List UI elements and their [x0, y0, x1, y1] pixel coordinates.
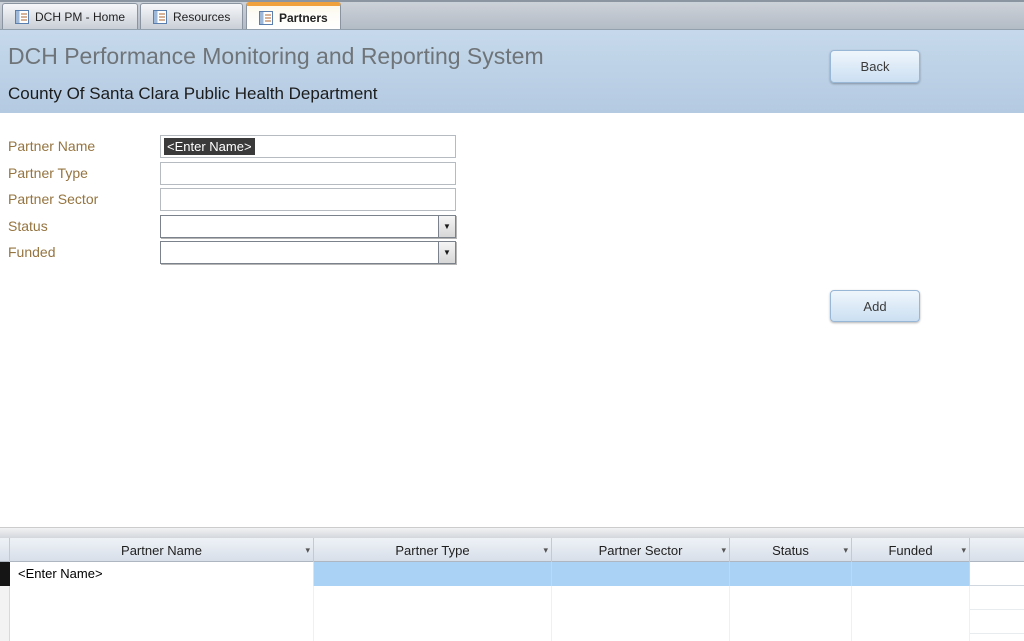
cell-empty [552, 610, 730, 634]
form-row-status: Status ▼ [0, 214, 1024, 238]
row-selector-header[interactable] [0, 538, 10, 562]
funded-dropdown-button[interactable]: ▼ [438, 241, 456, 264]
app-window: DCH PM - Home Resources Partners DCH Per… [0, 0, 1024, 641]
add-button[interactable]: Add [830, 290, 920, 322]
cell-empty [730, 610, 852, 634]
header-filler [970, 538, 1024, 562]
column-label: Partner Sector [599, 543, 683, 558]
column-header-partner-sector[interactable]: Partner Sector ▾ [552, 538, 730, 562]
cell-empty [10, 610, 314, 634]
form-icon [15, 10, 29, 24]
form-row-funded: Funded ▼ [0, 240, 1024, 264]
cell-empty [730, 634, 852, 641]
tab-label: Resources [173, 10, 230, 24]
column-header-partner-type[interactable]: Partner Type ▾ [314, 538, 552, 562]
selected-text: <Enter Name> [164, 138, 255, 155]
cell-empty [852, 634, 970, 641]
tab-resources[interactable]: Resources [140, 3, 243, 29]
status-combobox[interactable]: ▼ [160, 215, 456, 238]
tab-label: DCH PM - Home [35, 10, 125, 24]
cell-partner-name[interactable]: <Enter Name> [10, 562, 314, 586]
row-selector[interactable] [0, 634, 10, 641]
cell-empty [314, 586, 552, 610]
funded-value[interactable] [160, 241, 438, 264]
table-row: <Enter Name> [0, 562, 1024, 586]
cell-empty [730, 586, 852, 610]
current-row-indicator[interactable] [0, 562, 10, 586]
partner-type-label: Partner Type [8, 161, 156, 185]
funded-label: Funded [8, 240, 156, 264]
column-dropdown-icon[interactable]: ▾ [961, 545, 966, 555]
cell-empty [10, 586, 314, 610]
cell-partner-sector[interactable] [552, 562, 730, 586]
row-selector[interactable] [0, 586, 10, 610]
cell-empty [10, 634, 314, 641]
page-title: DCH Performance Monitoring and Reporting… [8, 43, 544, 70]
form-row-partner-type: Partner Type [0, 161, 1024, 185]
column-header-status[interactable]: Status ▾ [730, 538, 852, 562]
datasheet: Partner Name ▾ Partner Type ▾ Partner Se… [0, 538, 1024, 641]
table-row-empty[interactable] [0, 610, 1024, 634]
form-icon [153, 10, 167, 24]
cell-empty [552, 586, 730, 610]
tab-label: Partners [279, 11, 328, 25]
column-dropdown-icon[interactable]: ▾ [843, 545, 848, 555]
cell-empty [852, 586, 970, 610]
column-dropdown-icon[interactable]: ▾ [305, 545, 310, 555]
cell-funded[interactable] [852, 562, 970, 586]
column-label: Status [772, 543, 809, 558]
column-label: Partner Type [395, 543, 469, 558]
chevron-down-icon: ▼ [443, 222, 451, 231]
column-label: Funded [888, 543, 932, 558]
cell-status[interactable] [730, 562, 852, 586]
column-label: Partner Name [121, 543, 202, 558]
tab-dch-pm-home[interactable]: DCH PM - Home [2, 3, 138, 29]
cell-partner-type[interactable] [314, 562, 552, 586]
cell-empty [314, 634, 552, 641]
partner-type-input[interactable] [160, 162, 456, 185]
status-value[interactable] [160, 215, 438, 238]
form-datasheet-divider [0, 527, 1024, 538]
partner-sector-label: Partner Sector [8, 187, 156, 211]
status-label: Status [8, 214, 156, 238]
table-row-empty[interactable] [0, 586, 1024, 610]
table-row-empty[interactable] [0, 634, 1024, 641]
column-dropdown-icon[interactable]: ▾ [721, 545, 726, 555]
cell-empty [552, 634, 730, 641]
column-dropdown-icon[interactable]: ▾ [543, 545, 548, 555]
column-header-funded[interactable]: Funded ▾ [852, 538, 970, 562]
back-button[interactable]: Back [830, 50, 920, 83]
tab-bar: DCH PM - Home Resources Partners [0, 0, 1024, 30]
datasheet-header: Partner Name ▾ Partner Type ▾ Partner Se… [0, 538, 1024, 562]
row-selector[interactable] [0, 610, 10, 634]
cell-empty [852, 610, 970, 634]
row-filler [970, 562, 1024, 586]
cell-empty [314, 610, 552, 634]
form-row-partner-sector: Partner Sector [0, 187, 1024, 211]
status-dropdown-button[interactable]: ▼ [438, 215, 456, 238]
tab-partners[interactable]: Partners [246, 2, 341, 29]
page-header: DCH Performance Monitoring and Reporting… [0, 30, 1024, 113]
funded-combobox[interactable]: ▼ [160, 241, 456, 264]
page-subtitle: County Of Santa Clara Public Health Depa… [8, 84, 377, 104]
form-icon [259, 11, 273, 25]
form-row-partner-name: Partner Name <Enter Name> [0, 134, 1024, 158]
chevron-down-icon: ▼ [443, 248, 451, 257]
partner-sector-input[interactable] [160, 188, 456, 211]
column-header-partner-name[interactable]: Partner Name ▾ [10, 538, 314, 562]
partner-name-label: Partner Name [8, 134, 156, 158]
partner-name-input[interactable]: <Enter Name> [160, 135, 456, 158]
